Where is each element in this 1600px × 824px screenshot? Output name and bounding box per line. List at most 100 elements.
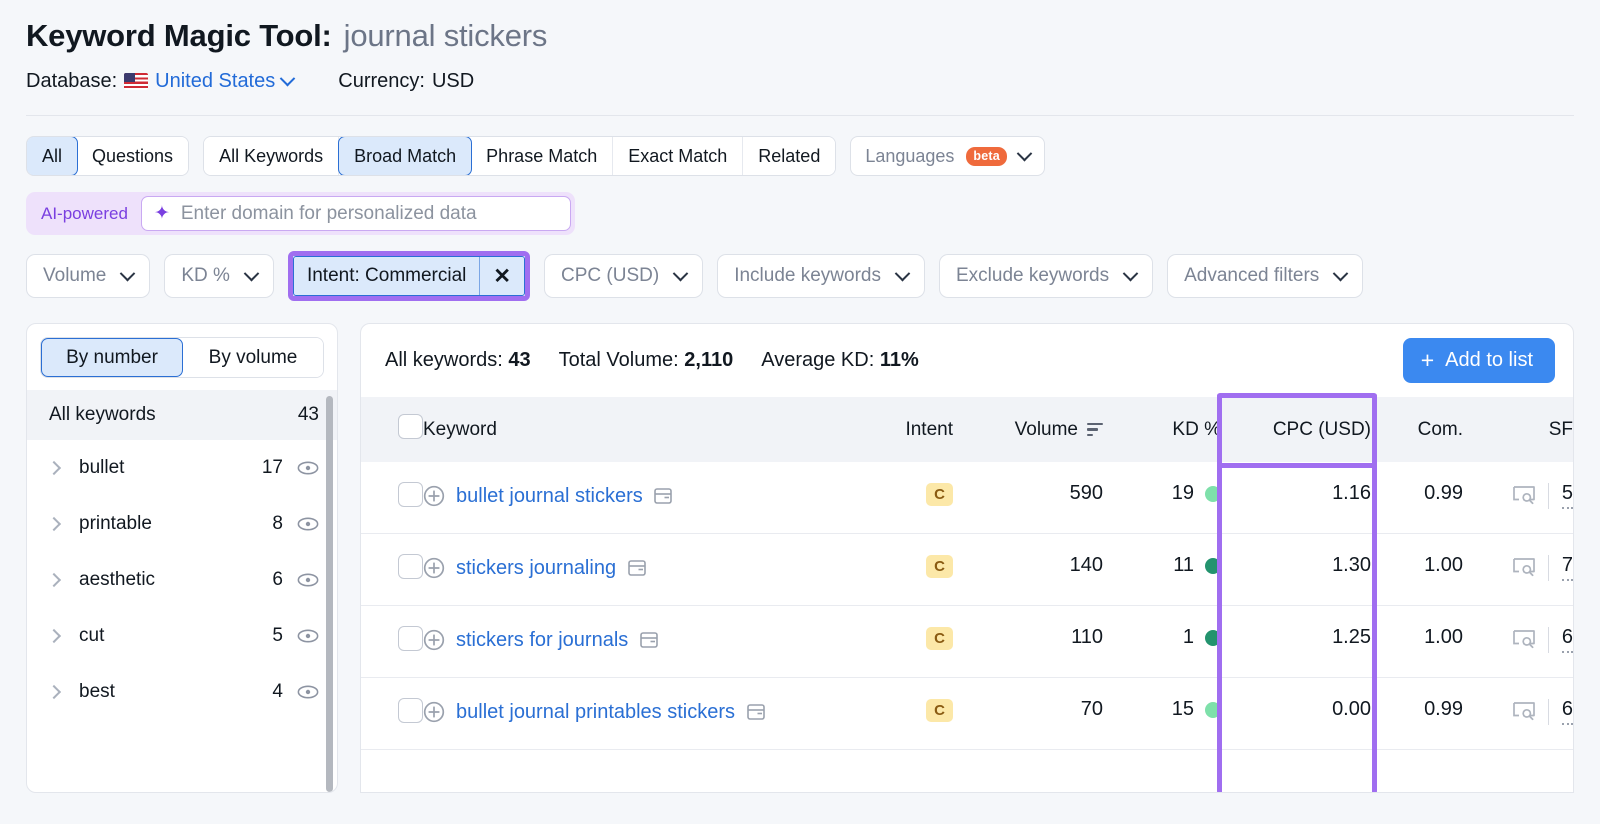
filter-cpc[interactable]: CPC (USD): [544, 254, 704, 298]
keyword-group-item[interactable]: bullet 17: [27, 440, 337, 496]
table-row[interactable]: bullet journal printables stickers C 70 15…: [361, 677, 1573, 750]
row-select-cell[interactable]: [361, 677, 423, 750]
row-select-cell[interactable]: [361, 533, 423, 606]
row-checkbox[interactable]: [398, 482, 423, 507]
chevron-right-icon[interactable]: [46, 684, 62, 700]
table-row[interactable]: stickers journaling C 140 11 1.30 1.00 7: [361, 533, 1573, 606]
filter-volume[interactable]: Volume: [26, 254, 151, 298]
add-to-list-button[interactable]: + Add to list: [1402, 338, 1555, 383]
add-keyword-icon[interactable]: [423, 629, 445, 651]
keyword-cell[interactable]: bullet journal stickers: [423, 462, 861, 534]
column-select-all[interactable]: [361, 397, 423, 462]
keyword-cell[interactable]: stickers for journals: [423, 605, 861, 678]
filter-exclude-keywords[interactable]: Exclude keywords: [938, 254, 1154, 298]
row-checkbox[interactable]: [398, 698, 423, 723]
tab-all[interactable]: All: [27, 137, 79, 175]
visibility-icon[interactable]: [297, 573, 319, 587]
keyword-link[interactable]: bullet journal stickers: [456, 482, 673, 511]
filters-row: Volume KD % Intent: Commercial ✕ CPC (US…: [0, 235, 1600, 301]
column-intent[interactable]: Intent: [861, 397, 953, 462]
serp-features-icon[interactable]: [1513, 630, 1535, 649]
database-selector[interactable]: Database: United States: [26, 70, 296, 93]
column-cpc[interactable]: CPC (USD): [1221, 397, 1371, 462]
row-checkbox[interactable]: [398, 554, 423, 579]
group-count: 4: [272, 681, 283, 702]
column-kd[interactable]: KD %: [1103, 397, 1221, 462]
intent-filter-highlight: Intent: Commercial ✕: [287, 251, 531, 301]
kd-cell: 15: [1103, 677, 1221, 750]
visibility-icon[interactable]: [297, 685, 319, 699]
match-type-tabs: All Questions All Keywords Broad Match P…: [0, 116, 1600, 176]
serp-features-icon[interactable]: [1513, 702, 1535, 721]
chevron-right-icon[interactable]: [46, 572, 62, 588]
table-row[interactable]: bullet journal stickers C 590 19 1.16 0.99 5: [361, 462, 1573, 534]
sf-value[interactable]: 6: [1561, 698, 1573, 725]
tab-related[interactable]: Related: [743, 137, 836, 175]
keyword-cell[interactable]: stickers journaling: [423, 533, 861, 606]
serp-preview-icon[interactable]: [746, 704, 765, 720]
row-select-cell[interactable]: [361, 605, 423, 678]
filter-include-keywords[interactable]: Include keywords: [717, 254, 925, 298]
keyword-cell[interactable]: bullet journal printables stickers: [423, 677, 861, 750]
serp-preview-icon[interactable]: [640, 632, 658, 648]
filter-intent-chip[interactable]: Intent: Commercial ✕: [292, 256, 526, 296]
keyword-group-item[interactable]: best 4: [27, 664, 337, 720]
chevron-right-icon[interactable]: [46, 516, 62, 532]
column-volume[interactable]: Volume: [953, 397, 1103, 462]
intent-badge[interactable]: C: [926, 555, 953, 578]
close-icon[interactable]: ✕: [480, 264, 524, 289]
languages-dropdown[interactable]: Languages beta: [850, 136, 1045, 176]
intent-badge[interactable]: C: [926, 627, 953, 650]
row-select-cell[interactable]: [361, 462, 423, 534]
chevron-down-icon[interactable]: [279, 70, 296, 87]
serp-preview-icon[interactable]: [654, 488, 673, 504]
tab-questions[interactable]: Questions: [77, 137, 189, 175]
toggle-by-volume[interactable]: By volume: [183, 338, 323, 377]
serp-preview-icon[interactable]: [627, 560, 646, 576]
keyword-link[interactable]: stickers for journals: [456, 626, 658, 655]
keyword-group-item[interactable]: cut 5: [27, 608, 337, 664]
keyword-link[interactable]: stickers journaling: [456, 554, 646, 583]
serp-features-icon[interactable]: [1513, 486, 1535, 505]
select-all-checkbox[interactable]: [398, 414, 423, 439]
sf-value[interactable]: 7: [1561, 554, 1573, 581]
toggle-by-number[interactable]: By number: [41, 338, 183, 377]
keyword-group-item[interactable]: printable 8: [27, 496, 337, 552]
keyword-group-item[interactable]: aesthetic 6: [27, 552, 337, 608]
visibility-icon[interactable]: [297, 517, 319, 531]
add-keyword-icon[interactable]: [423, 701, 445, 723]
intent-badge[interactable]: C: [926, 483, 953, 506]
domain-input-wrapper[interactable]: ✦ Enter domain for personalized data: [140, 196, 571, 231]
column-keyword[interactable]: Keyword: [423, 397, 861, 462]
tool-name: Keyword Magic Tool:: [26, 18, 332, 53]
group-item-all-keywords[interactable]: All keywords 43: [27, 390, 337, 440]
keyword-link[interactable]: bullet journal printables stickers: [456, 698, 765, 727]
intent-badge[interactable]: C: [926, 699, 953, 722]
scrollbar-thumb[interactable]: [326, 396, 333, 792]
visibility-icon[interactable]: [297, 461, 319, 475]
sf-value[interactable]: 5: [1561, 482, 1573, 509]
serp-features-icon[interactable]: [1513, 558, 1535, 577]
add-keyword-icon[interactable]: [423, 485, 445, 507]
tab-phrase-match[interactable]: Phrase Match: [471, 137, 614, 175]
filter-advanced[interactable]: Advanced filters: [1167, 254, 1364, 298]
column-com[interactable]: Com.: [1371, 397, 1463, 462]
row-checkbox[interactable]: [398, 626, 423, 651]
keywords-table-body: bullet journal stickers C 590 19 1.16 0.99 5 s…: [361, 462, 1573, 750]
sf-value[interactable]: 6: [1561, 626, 1573, 653]
sort-descending-icon[interactable]: [1087, 423, 1103, 436]
add-keyword-icon[interactable]: [423, 557, 445, 579]
domain-input-placeholder[interactable]: Enter domain for personalized data: [181, 203, 477, 225]
tab-all-keywords[interactable]: All Keywords: [204, 137, 340, 175]
groups-scrollbar[interactable]: [326, 396, 333, 792]
tab-broad-match[interactable]: Broad Match: [338, 137, 473, 175]
chevron-right-icon[interactable]: [46, 460, 62, 476]
visibility-icon[interactable]: [297, 629, 319, 643]
filter-kd[interactable]: KD %: [164, 254, 274, 298]
intent-cell: C: [861, 462, 953, 534]
tab-exact-match[interactable]: Exact Match: [613, 137, 744, 175]
database-value[interactable]: United States: [155, 70, 275, 93]
column-sf[interactable]: SF: [1463, 397, 1573, 462]
chevron-right-icon[interactable]: [46, 628, 62, 644]
table-row[interactable]: stickers for journals C 110 1 1.25 1.00 6: [361, 605, 1573, 678]
